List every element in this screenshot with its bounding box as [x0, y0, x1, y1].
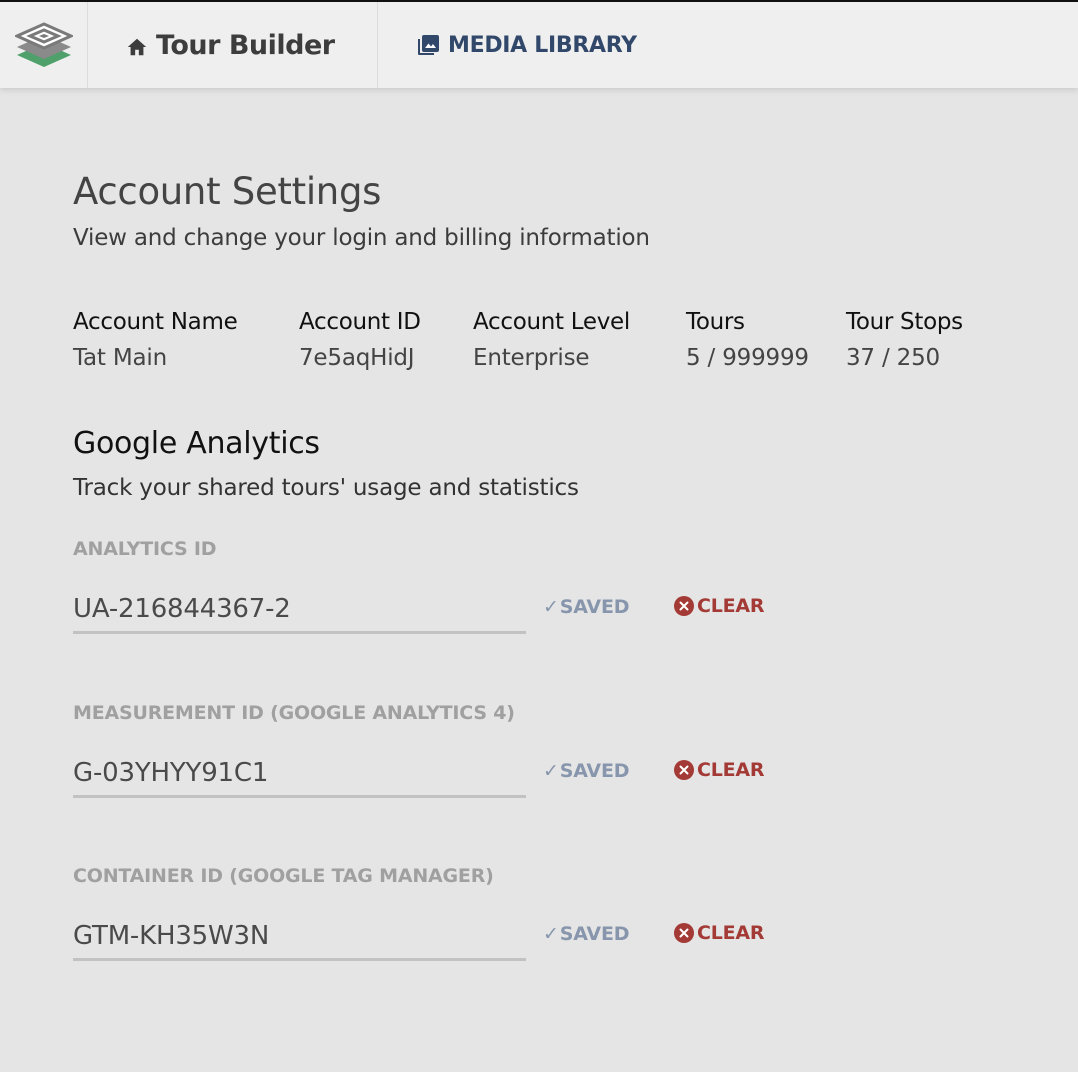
saved-label: SAVED [559, 923, 630, 945]
account-level-value: Enterprise [473, 345, 590, 371]
measurement-id-label: MEASUREMENT ID (GOOGLE ANALYTICS 4) [73, 702, 515, 724]
tour-stops-label: Tour Stops [846, 309, 963, 335]
clear-label: CLEAR [697, 595, 765, 617]
account-id-label: Account ID [299, 309, 421, 335]
account-level-label: Account Level [473, 309, 630, 335]
clear-circle-x-icon [674, 596, 694, 616]
tour-stops-stat: Tour Stops 37 / 250 [846, 306, 963, 378]
google-analytics-subtitle: Track your shared tours' usage and stati… [73, 475, 579, 501]
account-name-stat: Account Name Tat Main [73, 306, 238, 378]
account-name-label: Account Name [73, 309, 238, 335]
measurement-id-field-group: MEASUREMENT ID (GOOGLE ANALYTICS 4) ✓SAV… [73, 702, 973, 832]
clear-circle-x-icon [674, 923, 694, 943]
container-id-label: CONTAINER ID (GOOGLE TAG MANAGER) [73, 865, 494, 887]
page-title: Account Settings [73, 170, 382, 213]
nav-media-library-label: MEDIA LIBRARY [448, 32, 637, 58]
checkmark-icon: ✓ [543, 923, 559, 945]
checkmark-icon: ✓ [543, 596, 559, 618]
tours-value: 5 / 999999 [686, 345, 809, 371]
container-id-saved-status: ✓SAVED [543, 923, 629, 945]
container-id-input[interactable] [73, 913, 526, 961]
tours-label: Tours [686, 309, 745, 335]
container-id-clear-button[interactable]: CLEAR [673, 922, 765, 944]
measurement-id-clear-button[interactable]: CLEAR [673, 759, 765, 781]
clear-circle-x-icon [674, 760, 694, 780]
home-icon [127, 38, 147, 56]
account-level-stat: Account Level Enterprise [473, 306, 630, 378]
saved-label: SAVED [559, 760, 630, 782]
measurement-id-input[interactable] [73, 750, 526, 798]
clear-label: CLEAR [697, 922, 765, 944]
tours-stat: Tours 5 / 999999 [686, 306, 809, 378]
measurement-id-saved-status: ✓SAVED [543, 760, 629, 782]
analytics-id-saved-status: ✓SAVED [543, 596, 629, 618]
tour-stops-value: 37 / 250 [846, 345, 940, 371]
clear-label: CLEAR [697, 759, 765, 781]
container-id-field-group: CONTAINER ID (GOOGLE TAG MANAGER) ✓SAVED… [73, 865, 973, 995]
saved-label: SAVED [559, 596, 630, 618]
account-id-stat: Account ID 7e5aqHidJ [299, 306, 421, 378]
analytics-id-input[interactable] [73, 586, 526, 634]
analytics-id-field-group: ANALYTICS ID ✓SAVED CLEAR [73, 538, 973, 668]
account-name-value: Tat Main [73, 345, 167, 371]
analytics-id-clear-button[interactable]: CLEAR [673, 595, 765, 617]
analytics-id-label: ANALYTICS ID [73, 538, 217, 560]
top-navigation-bar: Tour Builder MEDIA LIBRARY [0, 0, 1078, 88]
nav-media-library[interactable]: MEDIA LIBRARY [378, 2, 637, 88]
page-subtitle: View and change your login and billing i… [73, 225, 650, 251]
stacked-layers-logo-icon [14, 22, 73, 67]
nav-tour-builder-label: Tour Builder [156, 29, 335, 61]
image-gallery-icon [418, 35, 439, 55]
google-analytics-title: Google Analytics [73, 426, 320, 461]
nav-tour-builder[interactable]: Tour Builder [88, 2, 378, 88]
account-id-value: 7e5aqHidJ [299, 345, 415, 371]
checkmark-icon: ✓ [543, 760, 559, 782]
account-summary: Account Name Tat Main Account ID 7e5aqHi… [73, 306, 1033, 386]
app-logo[interactable] [0, 2, 88, 88]
